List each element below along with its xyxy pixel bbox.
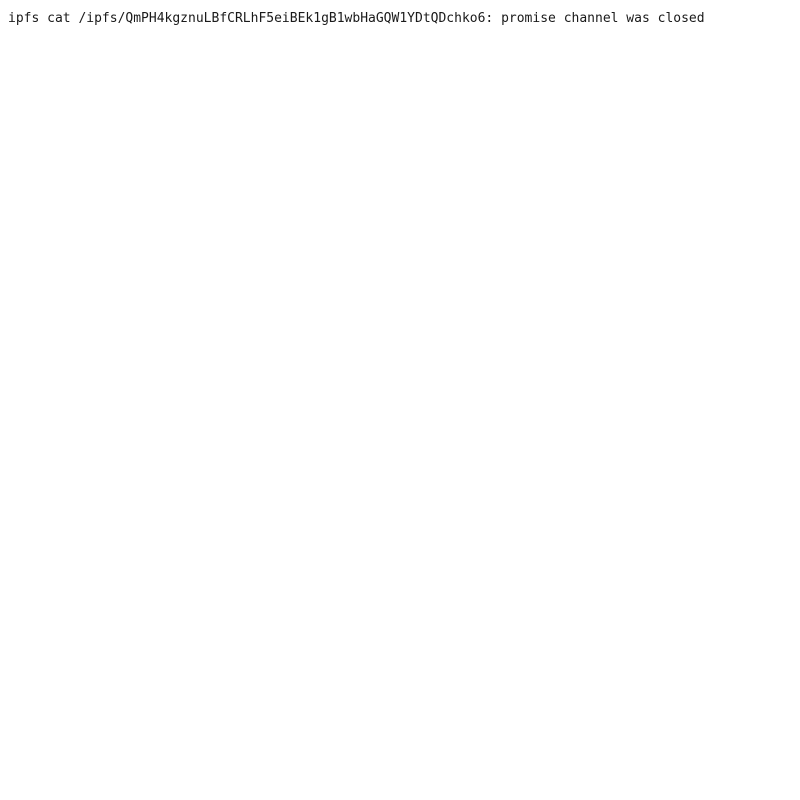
console-output-surface: ipfs cat /ipfs/QmPH4kgznuLBfCRLhF5eiBEk1… [0,0,800,800]
console-output-line: ipfs cat /ipfs/QmPH4kgznuLBfCRLhF5eiBEk1… [8,11,705,26]
console-output-block: ipfs cat /ipfs/QmPH4kgznuLBfCRLhF5eiBEk1… [8,11,800,27]
